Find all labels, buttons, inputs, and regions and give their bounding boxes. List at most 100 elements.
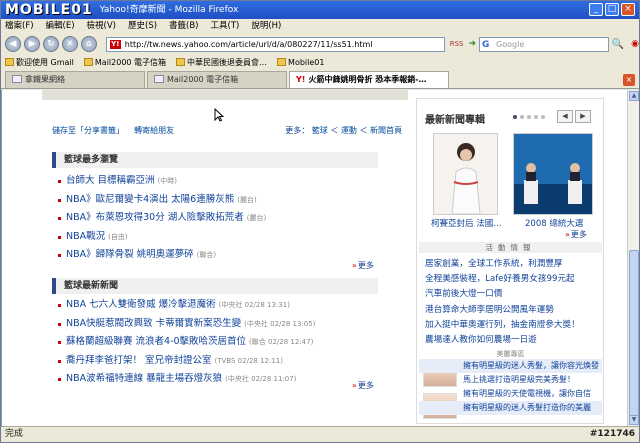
event-link[interactable]: 港台算命大師李居明公開風年運勢 <box>425 303 580 318</box>
carousel-prev-icon[interactable]: ◀ <box>557 110 573 123</box>
extension-icon[interactable]: ◉ <box>631 39 639 49</box>
promo-link[interactable]: 擁有明星級的天使電視機，讓你自信 <box>419 387 602 401</box>
promo-link[interactable]: 擁有明星級的迷人秀髮，讓你容光煥發 <box>419 359 602 373</box>
more-label: 更多 <box>357 261 374 270</box>
category-news-home-link[interactable]: 新聞首頁 <box>370 126 402 135</box>
event-link[interactable]: 加入挺中華奧運行列，抽金南證參大獎！ <box>425 318 580 333</box>
bookmark-mobile01[interactable]: Mobile01 <box>277 55 324 70</box>
status-text: 完成 <box>5 429 24 439</box>
event-link[interactable]: 全程美感裝程，Lafe好養男女孩99元起 <box>425 272 580 287</box>
carousel-dot-icon[interactable] <box>534 115 538 119</box>
scroll-up-icon[interactable]: ▲ <box>629 91 639 101</box>
section-latest-news-title: 籃球最新新聞 <box>52 278 378 294</box>
list-item[interactable]: 喬丹拜李爸打架！ 室兄帝封證公室 (TVBS 02/28 12:11) <box>52 352 382 371</box>
scroll-thumb[interactable] <box>629 250 639 418</box>
maximize-button[interactable]: □ <box>605 3 619 16</box>
list-item[interactable]: NBA》布萊恩攻得30分 湖人險擊敗拓荒者 (麗台) <box>52 209 382 228</box>
home-icon[interactable]: ⌂ <box>80 36 97 52</box>
list-item[interactable]: NBA波希福特連線 暴龍主場吞燈灰狼 (中央社 02/28 11:07) <box>52 370 382 389</box>
list-item[interactable]: 台師大 目標稱霸亞洲 (中時) <box>52 172 382 191</box>
event-link[interactable]: 居家創業，全球工作系統，利潤豐厚 <box>425 257 580 272</box>
close-tab-icon[interactable]: × <box>623 74 635 86</box>
search-input[interactable]: G Google <box>479 36 609 52</box>
top-banner-strip <box>42 90 408 100</box>
google-search-icon: G <box>482 39 490 50</box>
tab-yahoo-news[interactable]: Y! 火箭中鋒姚明骨折 恐本季報銷-… <box>289 71 449 88</box>
more-label: 更多 <box>570 230 587 239</box>
promo-link[interactable]: 馬上挑選打造明星級完美秀髮！ <box>419 373 602 387</box>
menu-history[interactable]: 歷史(S) <box>128 19 157 33</box>
more-link-latest-news[interactable]: »更多 <box>352 380 374 391</box>
tab-mail2000[interactable]: Mail2000 電子信箱 <box>147 71 287 88</box>
menu-tools[interactable]: 工具(T) <box>211 19 240 33</box>
save-to-bookmarks-link[interactable]: 儲存至「分享書籤」 <box>52 126 124 135</box>
vertical-scrollbar[interactable]: ▲ ▼ <box>627 90 639 426</box>
item-source: (中時) <box>157 177 177 185</box>
tab-label: 火箭中鋒姚明骨折 恐本季報銷-… <box>308 75 427 84</box>
back-icon[interactable]: ◀ <box>5 36 21 52</box>
rss-feed-icon[interactable]: RSS <box>450 40 464 48</box>
carousel-dot-icon[interactable] <box>527 115 531 119</box>
scroll-down-icon[interactable]: ▼ <box>629 415 639 425</box>
bookmark-committee[interactable]: 中華民國後退委員會… <box>176 55 267 70</box>
yahoo-favicon-icon: Y! <box>109 39 121 49</box>
item-title: NBA》歐尼爾變卡4演出 太陽6連勝灰熊 <box>66 193 235 205</box>
email-friend-link[interactable]: 轉寄給朋友 <box>134 126 174 135</box>
watermark-logo: MOBILE01 <box>5 2 93 18</box>
menu-view[interactable]: 檢視(V) <box>87 19 116 33</box>
menu-edit[interactable]: 編輯(E) <box>46 19 75 33</box>
forward-icon[interactable]: ▶ <box>23 36 40 52</box>
bookmark-mail2000[interactable]: Mail2000 電子信箱 <box>83 55 167 70</box>
item-title: NBA戰況 <box>66 230 106 242</box>
promo-link[interactable]: 擁有明星級的迷人秀髮打造你的美麗 <box>419 401 602 415</box>
bookmark-label: Mobile01 <box>288 58 325 67</box>
list-item[interactable]: 蘇格蘭超級聯賽 流浪者4-0擊敗哈茨居首位 (聯合 02/28 12:47) <box>52 333 382 352</box>
menu-bookmarks[interactable]: 書籤(B) <box>169 19 198 33</box>
bookmark-label: Mail2000 電子信箱 <box>94 58 167 67</box>
list-item[interactable]: NBA快艇惹閥改興致 卡蒂爾實新案恐生變 (中央社 02/28 13:05) <box>52 315 382 334</box>
more-arrow-icon: » <box>565 230 570 239</box>
stop-icon[interactable]: ✕ <box>61 36 78 52</box>
item-source: (麗台) <box>237 195 257 204</box>
tab-latte[interactable]: 拿鐵果網絡 <box>5 71 145 88</box>
bookmark-folder-icon <box>277 58 287 66</box>
more-link-album[interactable]: »更多 <box>565 229 587 240</box>
carousel-dot-icon[interactable] <box>513 115 517 119</box>
list-item[interactable]: NBA》歸隊骨裂 姚明奧運夢碎 (聯合) <box>52 246 382 265</box>
list-item[interactable]: NBA戰況 (自由) <box>52 228 382 247</box>
carousel-next-icon[interactable]: ▶ <box>575 110 591 123</box>
event-link[interactable]: 汽車前後大燈一口價 <box>425 287 580 302</box>
navigation-toolbar: ◀ ▶ ↻ ✕ ⌂ Y! http://tw.news.yahoo.com/ar… <box>1 33 639 55</box>
bookmark-folder-icon <box>83 58 93 66</box>
album-photo-pageant[interactable] <box>433 133 498 215</box>
list-item[interactable]: NBA》歐尼爾變卡4演出 太陽6連勝灰熊 (麗台) <box>52 191 382 210</box>
magnifier-icon[interactable]: 🔍 <box>612 39 624 50</box>
more-link-most-viewed[interactable]: »更多 <box>352 260 374 271</box>
album-photo-election[interactable] <box>513 133 593 215</box>
mouse-cursor-icon <box>214 108 224 122</box>
pageant-winner-image <box>434 134 497 215</box>
item-source: (聯合) <box>196 251 217 260</box>
item-source: (中央社 02/28 13:31) <box>218 301 290 309</box>
bookmark-gmail[interactable]: 歡迎使用 Gmail <box>5 55 74 70</box>
category-sports-link[interactable]: 運動 <box>341 126 357 135</box>
photo-caption-pageant[interactable]: 柯賽亞封后 法國… <box>431 217 502 229</box>
category-basketball-link[interactable]: 籃球 <box>312 126 328 135</box>
url-bar[interactable]: Y! http://tw.news.yahoo.com/article/url/… <box>105 36 445 52</box>
menu-help[interactable]: 說明(H) <box>251 19 281 33</box>
event-link[interactable]: 農場達人教你如何農場一日遊 <box>425 333 580 348</box>
event-list: 居家創業，全球工作系統，利潤豐厚 全程美感裝程，Lafe好養男女孩99元起 汽車… <box>425 257 580 348</box>
item-source: (中央社 02/28 11:07) <box>225 375 297 384</box>
photo-caption-election[interactable]: 2008 總統大選 <box>525 217 583 229</box>
carousel-dot-icon[interactable] <box>541 115 545 119</box>
tab-label: Mail2000 電子信箱 <box>167 75 239 84</box>
item-title: NBA波希福特連線 暴龍主場吞燈灰狼 <box>66 373 223 385</box>
close-button[interactable]: × <box>621 3 635 16</box>
bookmarks-toolbar: 歡迎使用 Gmail Mail2000 電子信箱 中華民國後退委員會… Mobi… <box>1 55 639 70</box>
minimize-button[interactable]: _ <box>589 3 603 16</box>
reload-icon[interactable]: ↻ <box>42 36 59 52</box>
menu-file[interactable]: 檔案(F) <box>5 19 34 33</box>
carousel-dot-icon[interactable] <box>520 115 524 119</box>
go-arrow-icon[interactable]: ➜ <box>469 39 477 49</box>
list-item[interactable]: NBA 七六人雙衛發威 爆冷擊退魔術 (中央社 02/28 13:31) <box>52 296 382 315</box>
